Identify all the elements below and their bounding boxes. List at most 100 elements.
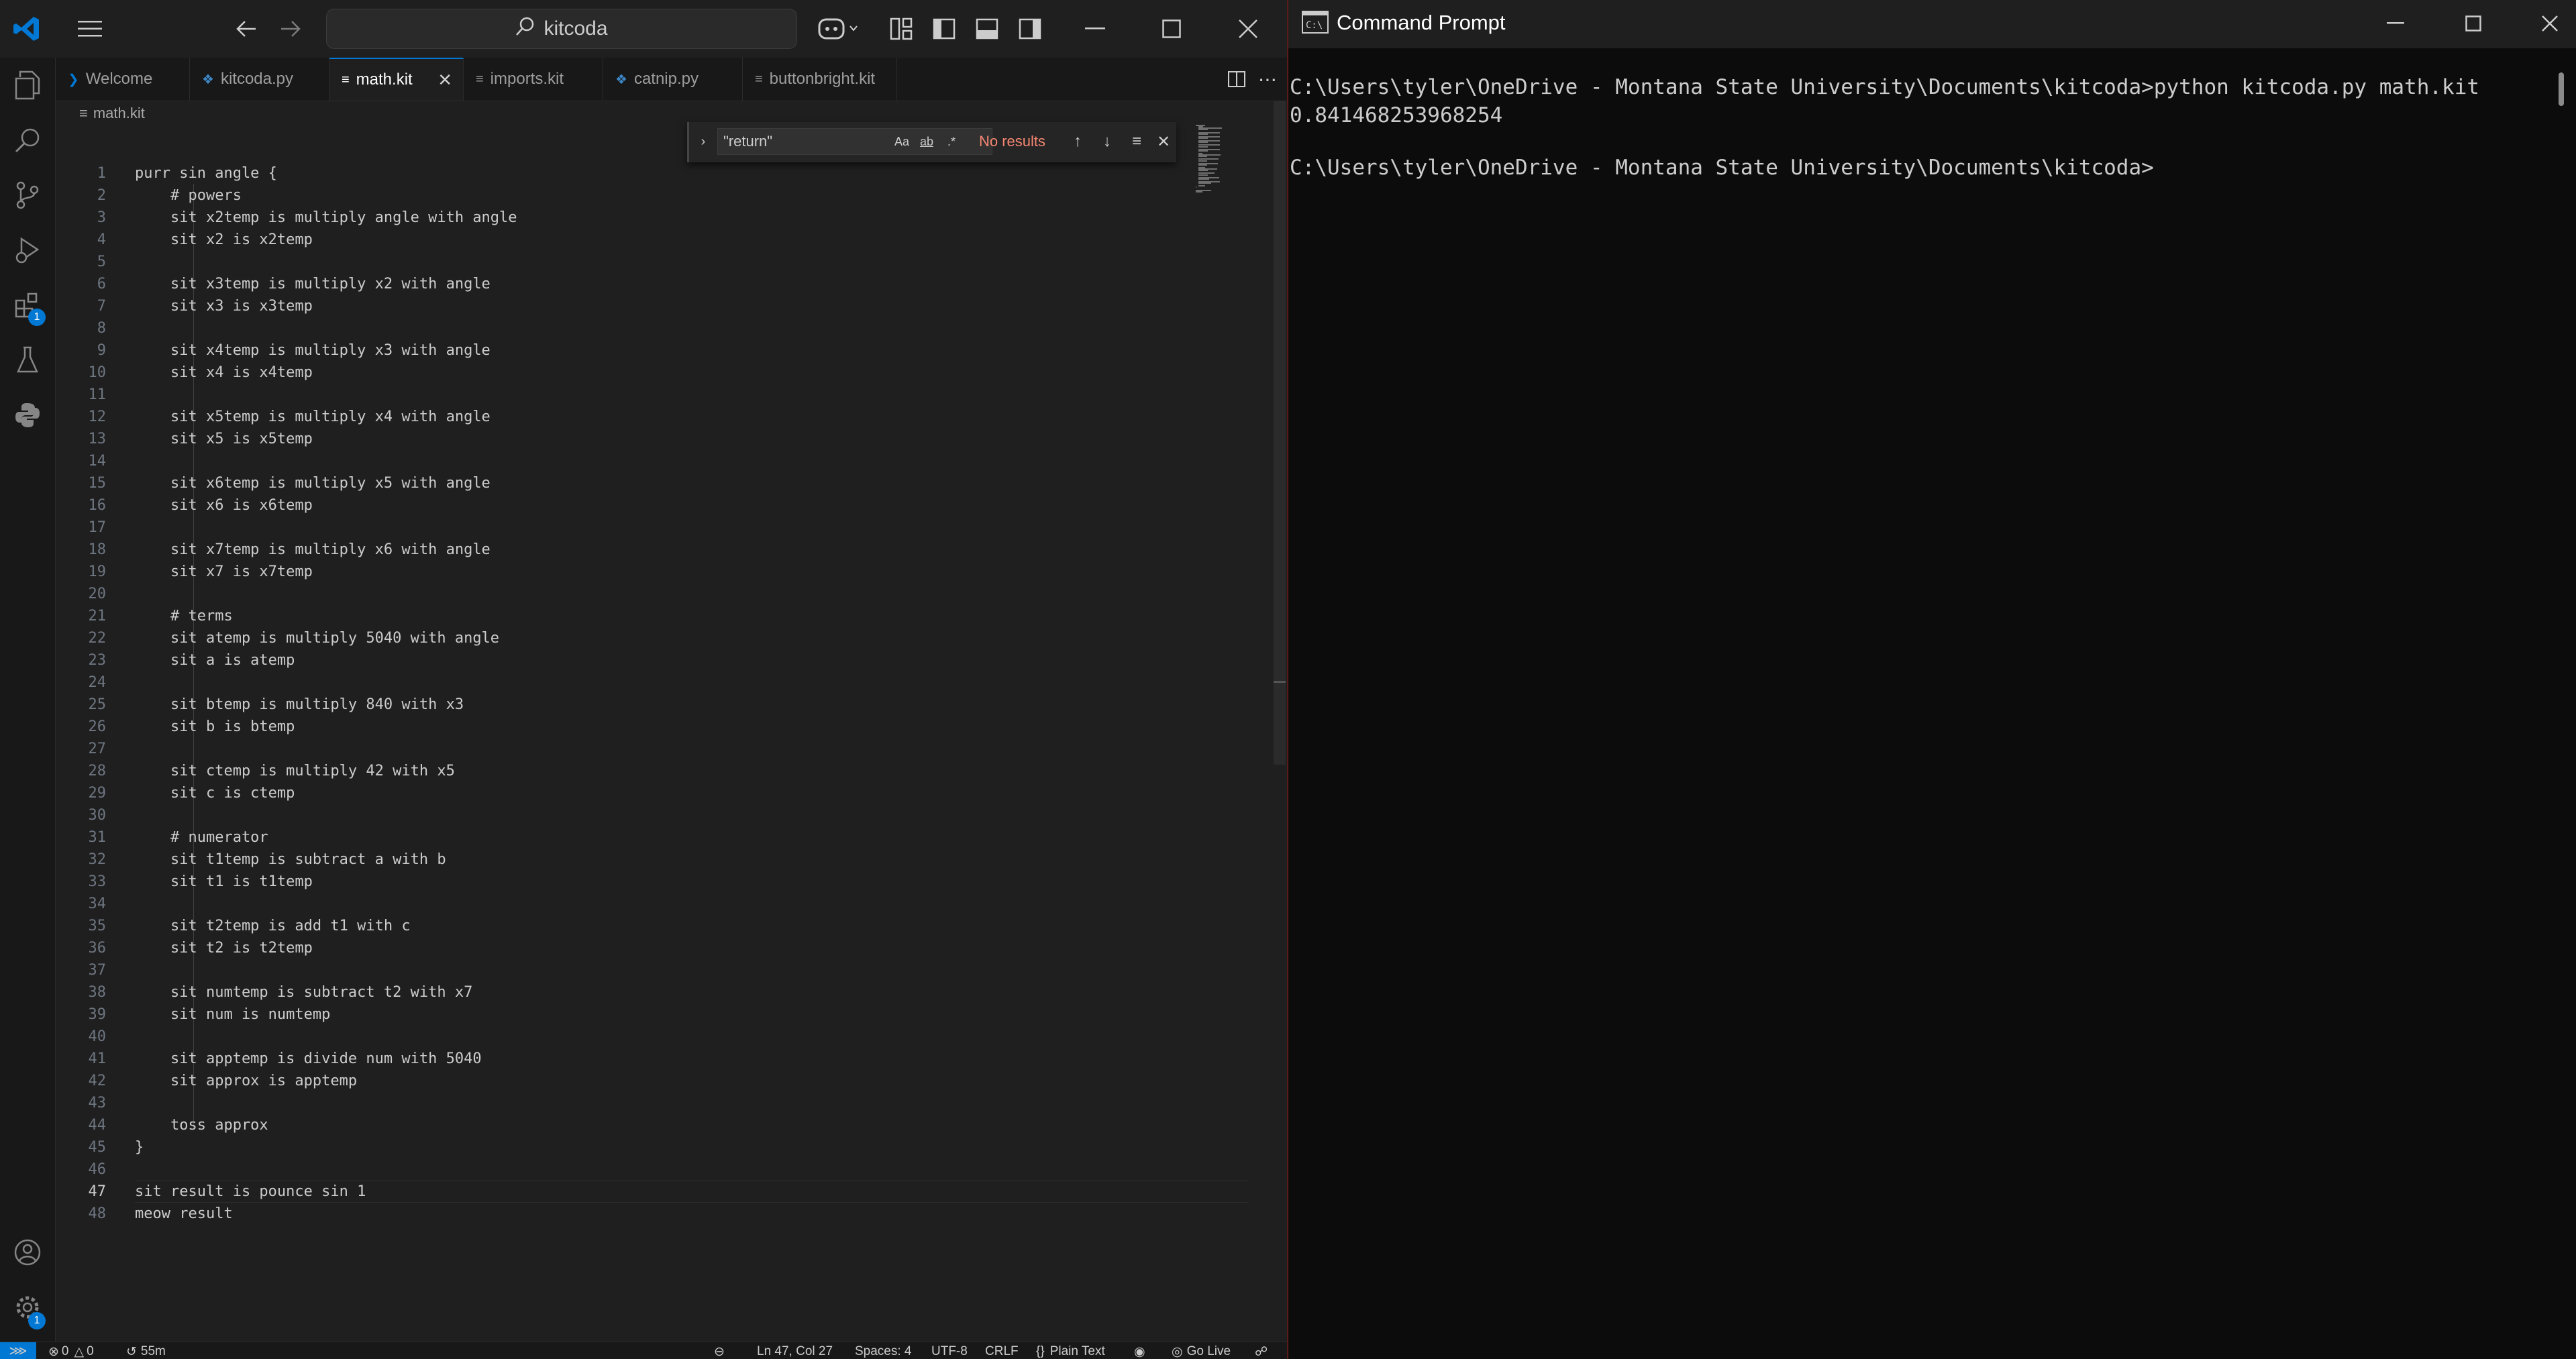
back-arrow-icon[interactable] bbox=[229, 11, 263, 47]
cmd-close-icon[interactable] bbox=[2530, 7, 2570, 40]
explorer-icon[interactable] bbox=[0, 58, 55, 113]
command-center-search[interactable]: kitcoda bbox=[326, 9, 797, 49]
code-line[interactable]: 29 sit c is ctemp bbox=[56, 782, 1190, 804]
accounts-icon[interactable] bbox=[0, 1225, 55, 1280]
tab-kitcoda-py[interactable]: ❖ kitcoda.py bbox=[190, 58, 329, 101]
toggle-panel-icon[interactable] bbox=[973, 11, 1001, 47]
remote-indicator-icon[interactable]: ⋙ bbox=[0, 1342, 36, 1359]
minimize-icon[interactable] bbox=[1075, 11, 1115, 47]
code-line[interactable]: 42 sit approx is apptemp bbox=[56, 1070, 1190, 1092]
code-line[interactable]: 17 bbox=[56, 517, 1190, 539]
cmd-maximize-icon[interactable] bbox=[2453, 7, 2493, 40]
code-line[interactable]: 31 # numerator bbox=[56, 826, 1190, 849]
code-line[interactable]: 27 bbox=[56, 738, 1190, 760]
search-view-icon[interactable] bbox=[0, 113, 55, 168]
cmd-scrollbar[interactable] bbox=[2559, 72, 2564, 106]
code-line[interactable]: 36 sit t2 is t2temp bbox=[56, 937, 1190, 959]
code-line[interactable]: 13 sit x5 is x5temp bbox=[56, 428, 1190, 450]
code-line[interactable]: 46 bbox=[56, 1158, 1190, 1181]
code-line[interactable]: 24 bbox=[56, 671, 1190, 694]
split-editor-icon[interactable] bbox=[1223, 64, 1250, 94]
menu-icon[interactable] bbox=[70, 11, 110, 47]
settings-gear-icon[interactable]: 1 bbox=[0, 1280, 55, 1335]
code-line[interactable]: 14 bbox=[56, 450, 1190, 472]
encoding[interactable]: UTF-8 bbox=[931, 1344, 968, 1359]
tab-math-kit[interactable]: ≡ math.kit ✕ bbox=[329, 58, 464, 101]
code-line[interactable]: 16 sit x6 is x6temp bbox=[56, 494, 1190, 517]
copilot-status-icon[interactable]: ◉ bbox=[1134, 1344, 1145, 1359]
match-case-icon[interactable]: Aa bbox=[890, 128, 913, 155]
find-in-selection-icon[interactable]: ≡ bbox=[1125, 128, 1148, 155]
code-line[interactable]: 35 sit t2temp is add t1 with c bbox=[56, 915, 1190, 937]
regex-icon[interactable]: .* bbox=[940, 128, 963, 155]
code-line[interactable]: 33 sit t1 is t1temp bbox=[56, 871, 1190, 893]
copilot-icon[interactable] bbox=[812, 9, 863, 48]
minimap[interactable] bbox=[1196, 125, 1229, 193]
breadcrumb[interactable]: ≡ math.kit bbox=[79, 102, 145, 125]
code-line[interactable]: 44 toss approx bbox=[56, 1114, 1190, 1136]
code-line[interactable]: 2 # powers bbox=[56, 184, 1190, 207]
code-line[interactable]: 20 bbox=[56, 583, 1190, 605]
notifications-bell-icon[interactable]: ☍ bbox=[1255, 1344, 1268, 1359]
cursor-position[interactable]: Ln 47, Col 27 bbox=[757, 1344, 833, 1359]
code-line[interactable]: 47 sit result is pounce sin 1 bbox=[56, 1181, 1190, 1203]
cmd-minimize-icon[interactable] bbox=[2375, 7, 2416, 40]
code-line[interactable]: 38 sit numtemp is subtract t2 with x7 bbox=[56, 981, 1190, 1003]
code-line[interactable]: 15 sit x6temp is multiply x5 with angle bbox=[56, 472, 1190, 494]
tab-welcome[interactable]: ❯ Welcome bbox=[56, 58, 190, 101]
editor-scrollbar[interactable] bbox=[1274, 101, 1286, 765]
code-line[interactable]: 7 sit x3 is x3temp bbox=[56, 295, 1190, 317]
close-tab-icon[interactable]: ✕ bbox=[437, 70, 452, 91]
customize-layout-icon[interactable] bbox=[887, 11, 915, 47]
run-debug-icon[interactable] bbox=[0, 223, 55, 278]
toggle-primary-sidebar-icon[interactable] bbox=[930, 11, 958, 47]
toggle-replace-chevron-icon[interactable]: › bbox=[693, 128, 713, 155]
code-line[interactable]: 6 sit x3temp is multiply x2 with angle bbox=[56, 273, 1190, 295]
code-line[interactable]: 26 sit b is btemp bbox=[56, 716, 1190, 738]
tab-catnip-py[interactable]: ❖ catnip.py bbox=[603, 58, 743, 101]
tab-imports-kit[interactable]: ≡ imports.kit bbox=[464, 58, 603, 101]
code-line[interactable]: 40 bbox=[56, 1026, 1190, 1048]
python-icon[interactable] bbox=[0, 388, 55, 443]
code-line[interactable]: 32 sit t1temp is subtract a with b bbox=[56, 849, 1190, 871]
code-line[interactable]: 11 bbox=[56, 384, 1190, 406]
next-match-arrow-icon[interactable]: ↓ bbox=[1096, 128, 1119, 155]
code-line[interactable]: 48 meow result bbox=[56, 1203, 1190, 1225]
code-line[interactable]: 39 sit num is numtemp bbox=[56, 1003, 1190, 1026]
code-line[interactable]: 4 sit x2 is x2temp bbox=[56, 229, 1190, 251]
code-line[interactable]: 28 sit ctemp is multiply 42 with x5 bbox=[56, 760, 1190, 782]
zoom-icon[interactable]: ⊖ bbox=[714, 1344, 735, 1359]
maximize-icon[interactable] bbox=[1151, 11, 1192, 47]
code-line[interactable]: 43 bbox=[56, 1092, 1190, 1114]
end-of-line[interactable]: CRLF bbox=[985, 1344, 1019, 1359]
problems-indicator[interactable]: ⊗ 0 △ 0 bbox=[48, 1344, 94, 1359]
previous-match-arrow-icon[interactable]: ↑ bbox=[1066, 128, 1089, 155]
code-editor[interactable]: 1 purr sin angle {2 # powers 3 sit x2temp … bbox=[56, 127, 1287, 1342]
extensions-icon[interactable]: 1 bbox=[0, 278, 55, 333]
code-line[interactable]: 5 bbox=[56, 251, 1190, 273]
close-find-icon[interactable]: ✕ bbox=[1153, 128, 1174, 155]
source-control-icon[interactable] bbox=[0, 168, 55, 223]
code-line[interactable]: 9 sit x4temp is multiply x3 with angle bbox=[56, 339, 1190, 362]
code-line[interactable]: 10 sit x4 is x4temp bbox=[56, 362, 1190, 384]
code-line[interactable]: 21 # terms bbox=[56, 605, 1190, 627]
code-line[interactable]: 8 bbox=[56, 317, 1190, 339]
code-line[interactable]: 25 sit btemp is multiply 840 with x3 bbox=[56, 694, 1190, 716]
indentation[interactable]: Spaces: 4 bbox=[855, 1344, 912, 1359]
code-line[interactable]: 18 sit x7temp is multiply x6 with angle bbox=[56, 539, 1190, 561]
tab-buttonbright-kit[interactable]: ≡ buttonbright.kit bbox=[743, 58, 897, 101]
code-line[interactable]: 23 sit a is atemp bbox=[56, 649, 1190, 671]
time-indicator[interactable]: ↺ 55m bbox=[126, 1344, 166, 1359]
more-actions-icon[interactable]: ⋯ bbox=[1254, 64, 1281, 94]
code-line[interactable]: 19 sit x7 is x7temp bbox=[56, 561, 1190, 583]
code-line[interactable]: 45} bbox=[56, 1136, 1190, 1158]
code-line[interactable]: 41 sit apptemp is divide num with 5040 bbox=[56, 1048, 1190, 1070]
code-line[interactable]: 3 sit x2temp is multiply angle with angl… bbox=[56, 207, 1190, 229]
code-line[interactable]: 30 bbox=[56, 804, 1190, 826]
whole-word-icon[interactable]: ab bbox=[915, 128, 939, 155]
cmd-prompt-line[interactable]: C:\Users\tyler\OneDrive - Montana State … bbox=[1290, 156, 2154, 180]
go-live-button[interactable]: ◎ Go Live bbox=[1172, 1344, 1231, 1359]
code-line[interactable]: 1 purr sin angle { bbox=[56, 162, 1190, 184]
code-line[interactable]: 12 sit x5temp is multiply x4 with angle bbox=[56, 406, 1190, 428]
code-line[interactable]: 37 bbox=[56, 959, 1190, 981]
